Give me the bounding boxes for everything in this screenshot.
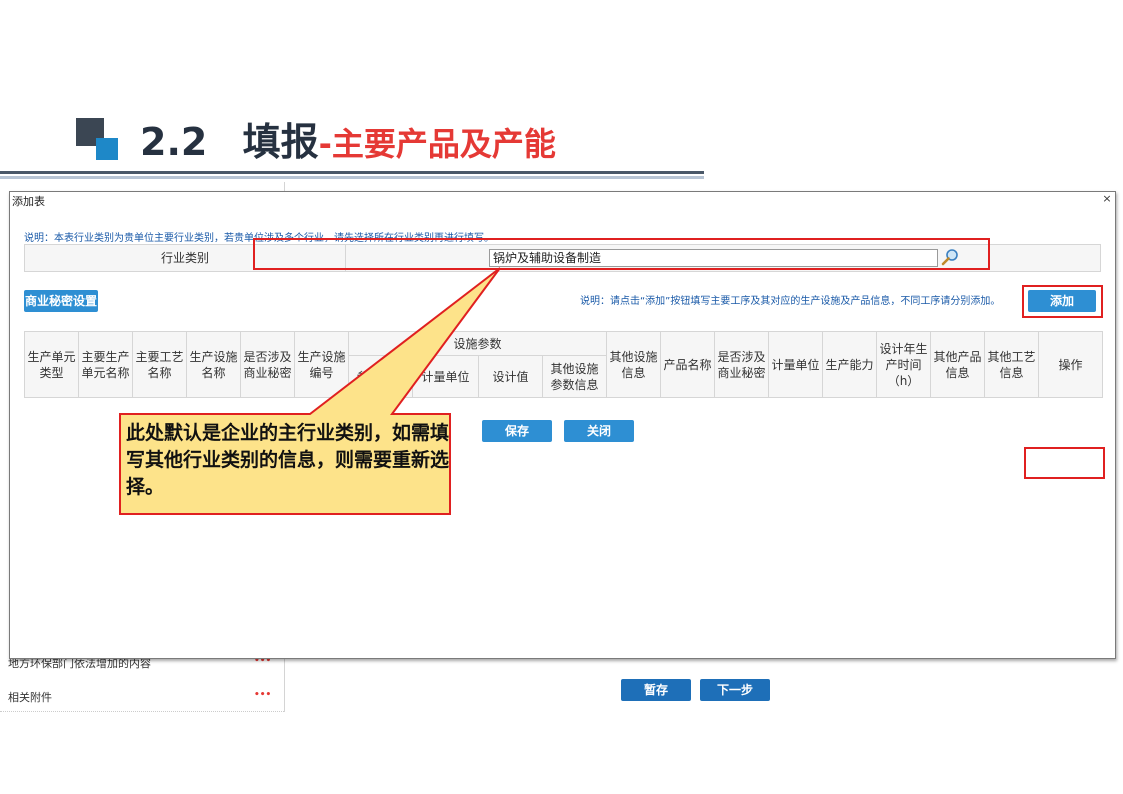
callout-text: 此处默认是企业的主行业类别，如需填写其他行业类别的信息，则需要重新选择。	[126, 422, 450, 498]
callout-bubble	[119, 267, 501, 515]
